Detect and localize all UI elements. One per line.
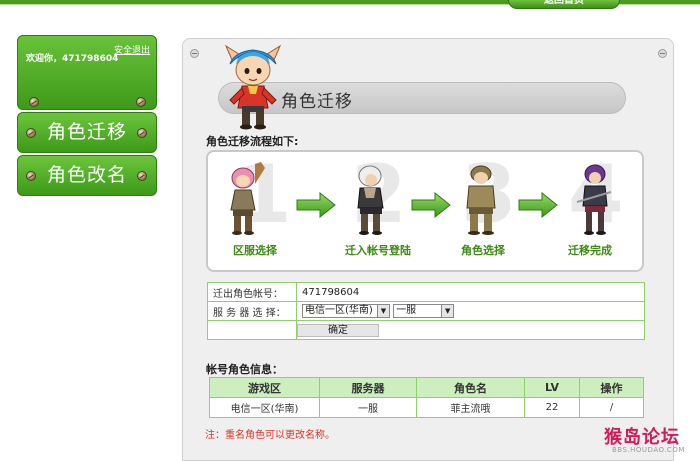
account-value: 471798604 [296, 282, 645, 302]
submit-label-cell [207, 320, 297, 340]
menu-role-migration-label: 角色迁移 [46, 121, 127, 143]
welcome-text: 欢迎你，471798604 [26, 54, 119, 64]
watermark-url: BBS.HOUDAO.COM [612, 446, 685, 454]
table-cell: 电信一区(华南) [209, 397, 320, 418]
step-label-2: 迁入帐号登陆 [345, 244, 411, 257]
server-label: 服 务 器 选 择： [207, 301, 297, 321]
page-title: 角色迁移 [281, 92, 353, 112]
form-row-account: 迁出角色帐号： 471798604 [207, 282, 645, 302]
role-info-table: 游戏区 服务器 角色名 LV 操作 电信一区(华南) 一服 菲主流哦 22 / [209, 377, 644, 418]
server-select[interactable]: 一服 ▼ [393, 304, 455, 318]
table-cell: 22 [524, 397, 580, 418]
panel-corner-icon [658, 49, 667, 58]
chevron-down-icon: ▼ [441, 305, 454, 317]
server-select-cell: 电信一区(华南) ▼ 一服 ▼ [296, 301, 645, 321]
form-row-submit: 确定 [207, 320, 645, 340]
home-tab-label: 返回首页 [544, 0, 584, 6]
table-cell: 一服 [319, 397, 417, 418]
screw-icon [137, 128, 147, 138]
logout-link[interactable]: 安全退出 [114, 43, 150, 56]
screw-icon [26, 171, 36, 181]
flow-title: 角色迁移流程如下: [206, 135, 299, 148]
account-label: 迁出角色帐号： [207, 282, 297, 302]
form-row-server: 服 务 器 选 择： 电信一区(华南) ▼ 一服 ▼ [207, 301, 645, 321]
step-label-3: 角色选择 [461, 244, 505, 257]
chevron-down-icon: ▼ [377, 305, 389, 317]
migration-form: 迁出角色帐号： 471798604 服 务 器 选 择： 电信一区(华南) ▼ … [207, 282, 645, 340]
info-title: 帐号角色信息： [206, 363, 283, 376]
step-label-1: 区服选择 [233, 244, 277, 257]
column-header: 角色名 [416, 377, 525, 398]
menu-role-rename-label: 角色改名 [46, 164, 127, 186]
submit-cell: 确定 [296, 320, 645, 340]
mascot-icon [224, 44, 282, 130]
table-row: 电信一区(华南) 一服 菲主流哦 22 / [209, 397, 644, 418]
column-header: 服务器 [319, 377, 417, 398]
panel-corner-icon [190, 49, 199, 58]
menu-role-migration-button[interactable]: 角色迁移 [17, 112, 157, 153]
region-select[interactable]: 电信一区(华南) ▼ [302, 304, 390, 318]
character-3-icon [466, 165, 496, 235]
menu-role-rename-button[interactable]: 角色改名 [17, 155, 157, 196]
character-4-icon [576, 164, 612, 235]
column-header: 游戏区 [209, 377, 320, 398]
arrow-right-icon [411, 192, 451, 218]
screw-icon [136, 97, 146, 107]
screw-icon [26, 128, 36, 138]
table-header-row: 游戏区 服务器 角色名 LV 操作 [209, 377, 644, 398]
table-cell: 菲主流哦 [416, 397, 525, 418]
character-2-icon [357, 165, 384, 235]
column-header: LV [524, 377, 580, 398]
arrow-right-icon [296, 192, 336, 218]
confirm-button[interactable]: 确定 [297, 323, 379, 337]
screw-icon [137, 171, 147, 181]
home-tab[interactable]: 返回首页 [508, 0, 620, 9]
column-header: 操作 [579, 377, 644, 398]
table-cell-action[interactable]: / [579, 397, 644, 418]
region-select-value: 电信一区(华南) [305, 305, 373, 316]
arrow-right-icon [518, 192, 558, 218]
rename-note: 注：重名角色可以更改名称。 [205, 430, 335, 441]
screw-icon [29, 97, 39, 107]
character-1-icon [230, 162, 265, 235]
step-label-4: 迁移完成 [568, 244, 612, 257]
server-select-value: 一服 [396, 305, 417, 316]
welcome-panel: 安全退出 欢迎你，471798604 [17, 35, 157, 110]
